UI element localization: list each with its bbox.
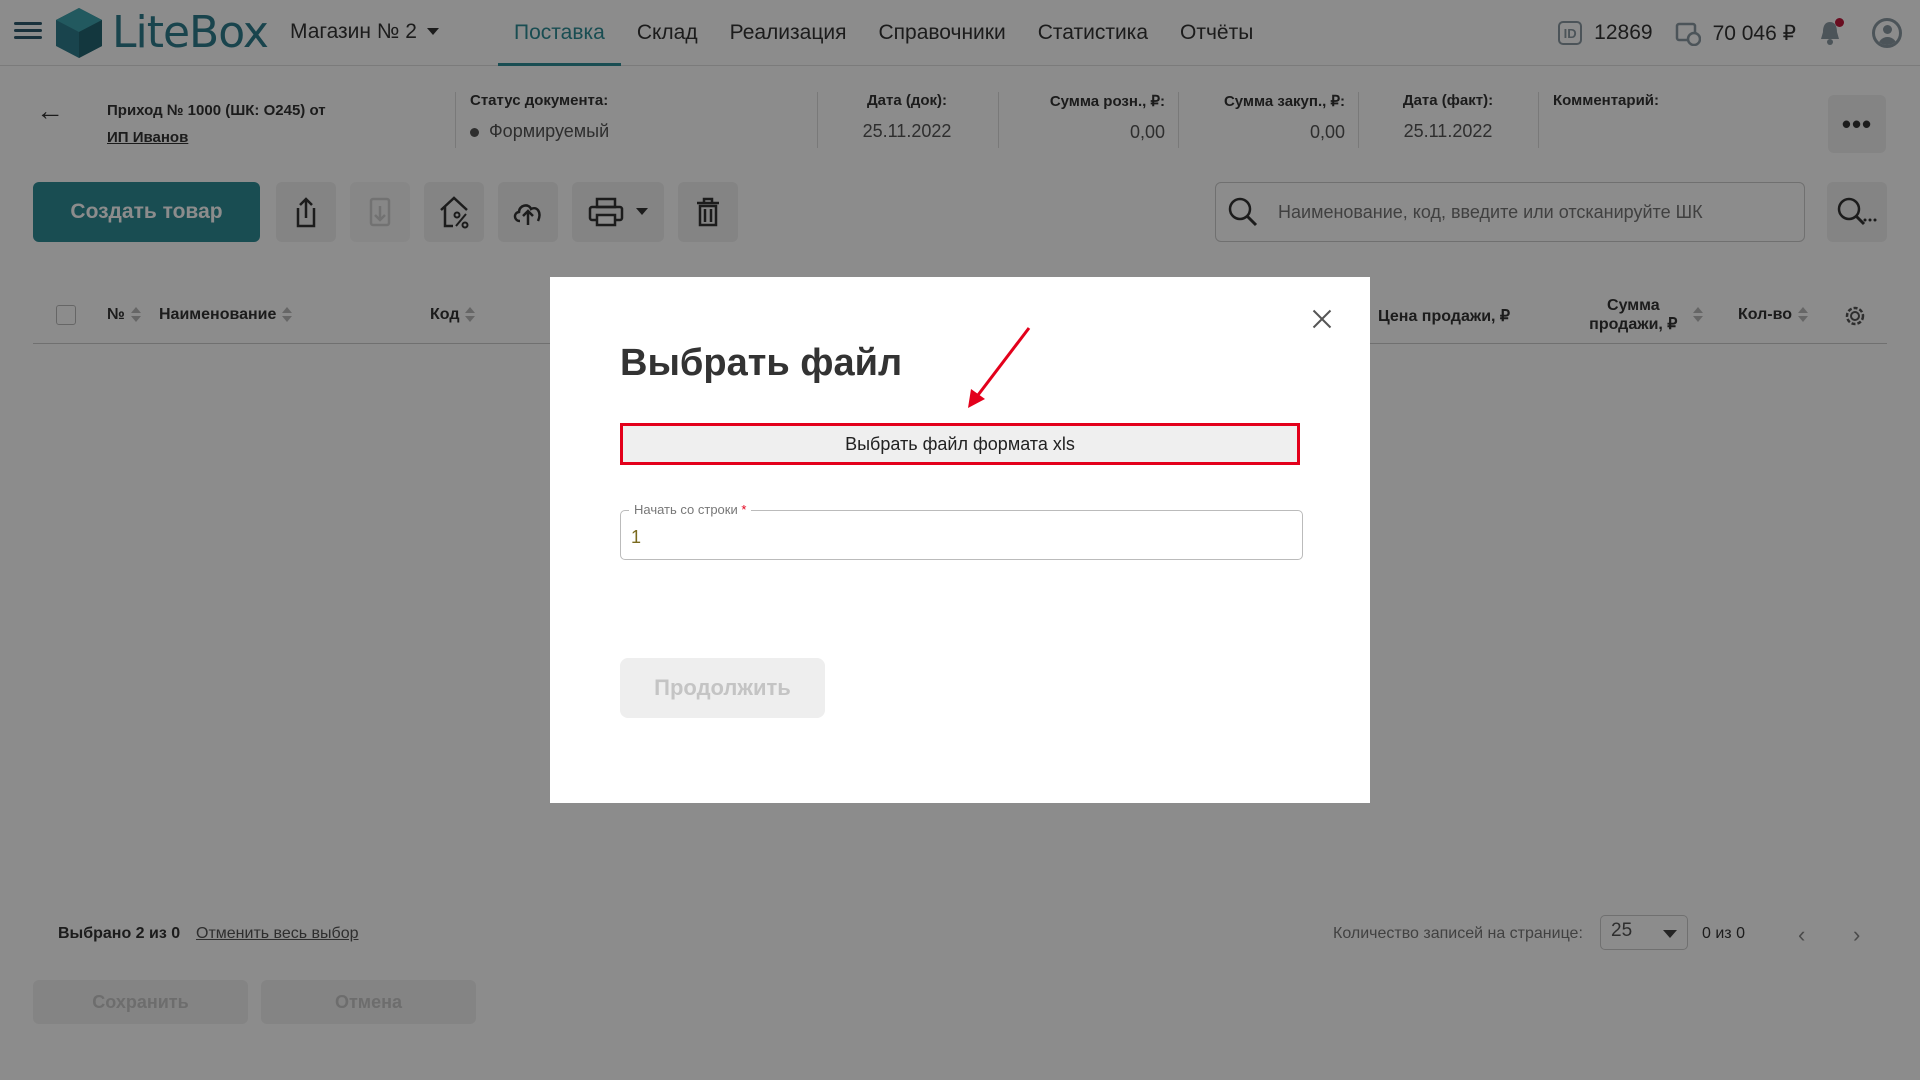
start-row-label: Начать со строки * [629,502,752,517]
required-mark: * [741,502,747,517]
dialog-title: Выбрать файл [620,342,903,384]
start-row-input[interactable] [631,527,1271,548]
continue-button[interactable]: Продолжить [620,658,825,718]
choose-file-dialog: Выбрать файл Выбрать файл формата xls На… [550,277,1370,803]
start-row-field[interactable]: Начать со строки * [620,502,1303,560]
close-icon[interactable] [1306,303,1338,335]
choose-xls-file-button[interactable]: Выбрать файл формата xls [620,423,1300,465]
annotation-arrow-icon [968,327,1031,408]
